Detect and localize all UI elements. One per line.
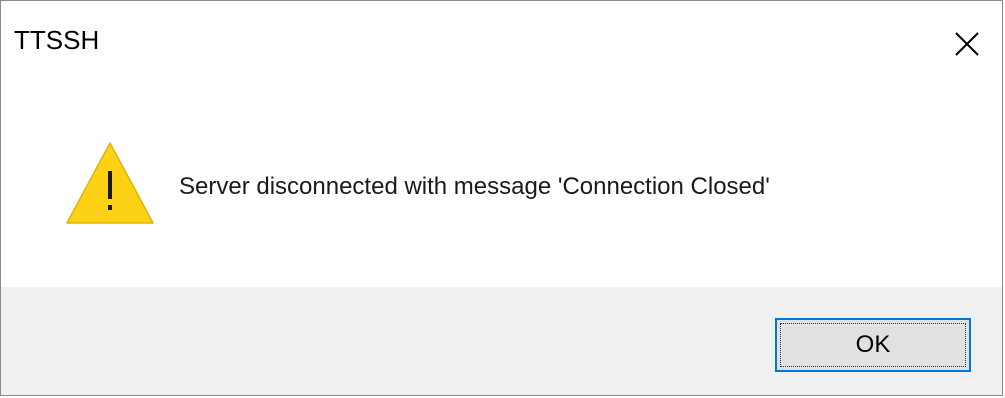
warning-icon xyxy=(66,142,154,224)
close-icon xyxy=(955,32,979,56)
dialog-content: Server disconnected with message 'Connec… xyxy=(1,87,1002,287)
window-title: TTSSH xyxy=(14,25,100,55)
button-bar: OK xyxy=(1,287,1002,395)
title-bar[interactable]: TTSSH xyxy=(1,1,1002,87)
close-button[interactable] xyxy=(932,1,1002,87)
ok-button-label: OK xyxy=(855,331,891,358)
message-dialog: TTSSH Server disconnected with message '… xyxy=(0,0,1003,396)
ok-button[interactable]: OK xyxy=(775,318,971,372)
message-text: Server disconnected with message 'Connec… xyxy=(179,173,770,200)
